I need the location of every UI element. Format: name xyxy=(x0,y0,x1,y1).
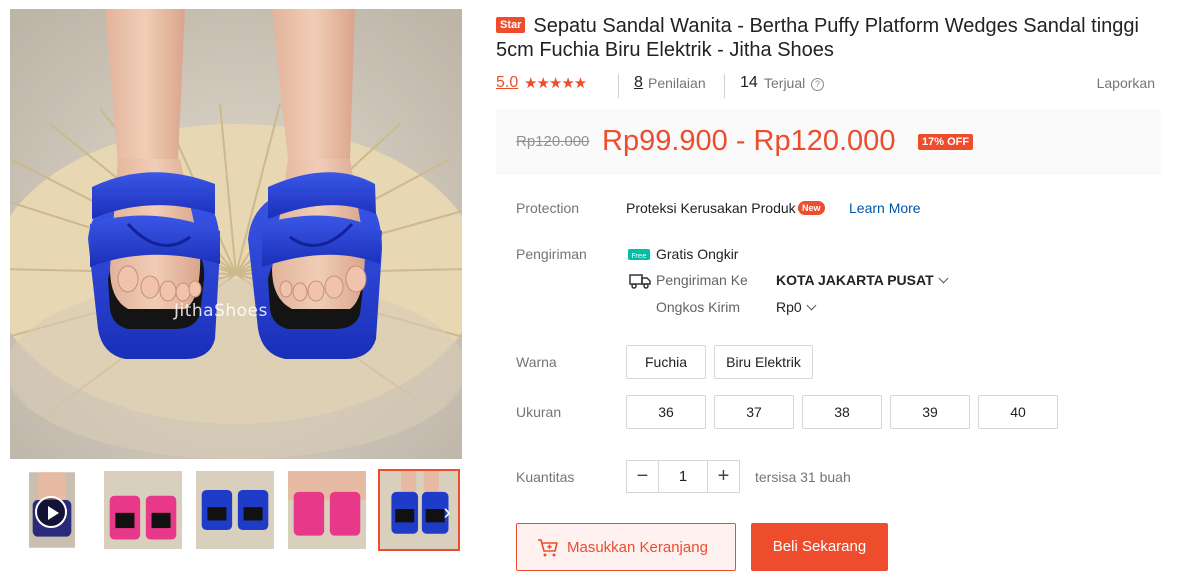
play-icon[interactable] xyxy=(35,496,67,528)
thumbnail-image[interactable] xyxy=(286,469,368,551)
quantity-input[interactable]: 1 xyxy=(659,461,707,492)
shipping-destination-select[interactable]: KOTA JAKARTA PUSAT xyxy=(776,272,949,288)
size-label: Ukuran xyxy=(516,404,562,420)
sold-label: Terjual xyxy=(764,75,806,91)
thumbnail-strip: › xyxy=(10,469,462,551)
main-product-image[interactable]: JithaShoes xyxy=(10,9,462,459)
discount-badge: 17% OFF xyxy=(918,134,974,150)
svg-text:Free: Free xyxy=(632,252,647,260)
divider xyxy=(618,74,619,98)
help-icon[interactable]: ? xyxy=(811,78,824,91)
thumbnail-video[interactable] xyxy=(27,469,77,551)
divider xyxy=(724,74,725,98)
chevron-down-icon xyxy=(806,300,817,311)
learn-more-link[interactable]: Learn More xyxy=(849,200,921,216)
report-link[interactable]: Laporkan xyxy=(1097,75,1155,91)
size-option[interactable]: 38 xyxy=(802,395,882,429)
star-seller-badge: Star xyxy=(496,17,526,33)
size-option[interactable]: 40 xyxy=(978,395,1058,429)
chevron-right-icon[interactable]: › xyxy=(438,501,456,523)
size-option[interactable]: 36 xyxy=(626,395,706,429)
add-to-cart-label: Masukkan Keranjang xyxy=(567,539,708,556)
star-rating-icon: ★★★★★ xyxy=(524,75,587,92)
shipping-cost-label: Ongkos Kirim xyxy=(656,299,741,315)
free-shipping-icon: Free xyxy=(628,249,650,260)
price-box: Rp120.000 Rp99.900 - Rp120.000 17% OFF xyxy=(496,109,1161,175)
buy-now-button[interactable]: Beli Sekarang xyxy=(751,523,888,571)
original-price: Rp120.000 xyxy=(516,133,590,150)
protection-label: Protection xyxy=(516,200,580,216)
quantity-label: Kuantitas xyxy=(516,469,575,485)
shipping-cost-value: Rp0 xyxy=(776,299,802,315)
color-option-fuchia[interactable]: Fuchia xyxy=(626,345,706,379)
shipping-label: Pengiriman xyxy=(516,246,587,262)
reviews-label: Penilaian xyxy=(648,75,706,91)
truck-icon xyxy=(629,274,651,289)
chevron-down-icon xyxy=(938,273,949,284)
new-badge: New xyxy=(798,201,825,215)
rating-score[interactable]: 5.0 xyxy=(496,74,518,92)
add-to-cart-icon xyxy=(538,539,558,557)
quantity-stepper: − 1 + xyxy=(626,460,740,493)
image-watermark: JithaShoes xyxy=(174,301,268,321)
free-shipping-label: Gratis Ongkir xyxy=(656,246,739,262)
stock-text: tersisa 31 buah xyxy=(755,469,851,485)
size-option[interactable]: 39 xyxy=(890,395,970,429)
shipping-to-label: Pengiriman Ke xyxy=(656,272,748,288)
size-option[interactable]: 37 xyxy=(714,395,794,429)
current-price: Rp99.900 - Rp120.000 xyxy=(602,125,896,157)
product-gallery: JithaShoes › xyxy=(10,9,462,551)
quantity-decrease-button[interactable]: − xyxy=(627,461,659,492)
color-option-biru-elektrik[interactable]: Biru Elektrik xyxy=(714,345,813,379)
rating-row: 5.0 ★★★★★ 8 Penilaian 14 Terjual ? Lapor… xyxy=(496,74,1161,98)
sold-count: 14 xyxy=(740,74,758,91)
protection-text: Proteksi Kerusakan Produk xyxy=(626,200,796,216)
reviews-count[interactable]: 8 xyxy=(634,74,643,92)
product-photo xyxy=(10,9,462,459)
thumbnail-image-active[interactable]: › xyxy=(378,469,460,551)
shipping-cost-select[interactable]: Rp0 xyxy=(776,299,817,315)
thumbnail-image[interactable] xyxy=(194,469,276,551)
product-title: Star Sepatu Sandal Wanita - Bertha Puffy … xyxy=(496,14,1161,62)
thumbnail-image[interactable] xyxy=(102,469,184,551)
shipping-destination-value: KOTA JAKARTA PUSAT xyxy=(776,272,934,288)
add-to-cart-button[interactable]: Masukkan Keranjang xyxy=(516,523,736,571)
product-title-text: Sepatu Sandal Wanita - Bertha Puffy Plat… xyxy=(496,15,1139,61)
color-label: Warna xyxy=(516,354,557,370)
quantity-increase-button[interactable]: + xyxy=(707,461,739,492)
